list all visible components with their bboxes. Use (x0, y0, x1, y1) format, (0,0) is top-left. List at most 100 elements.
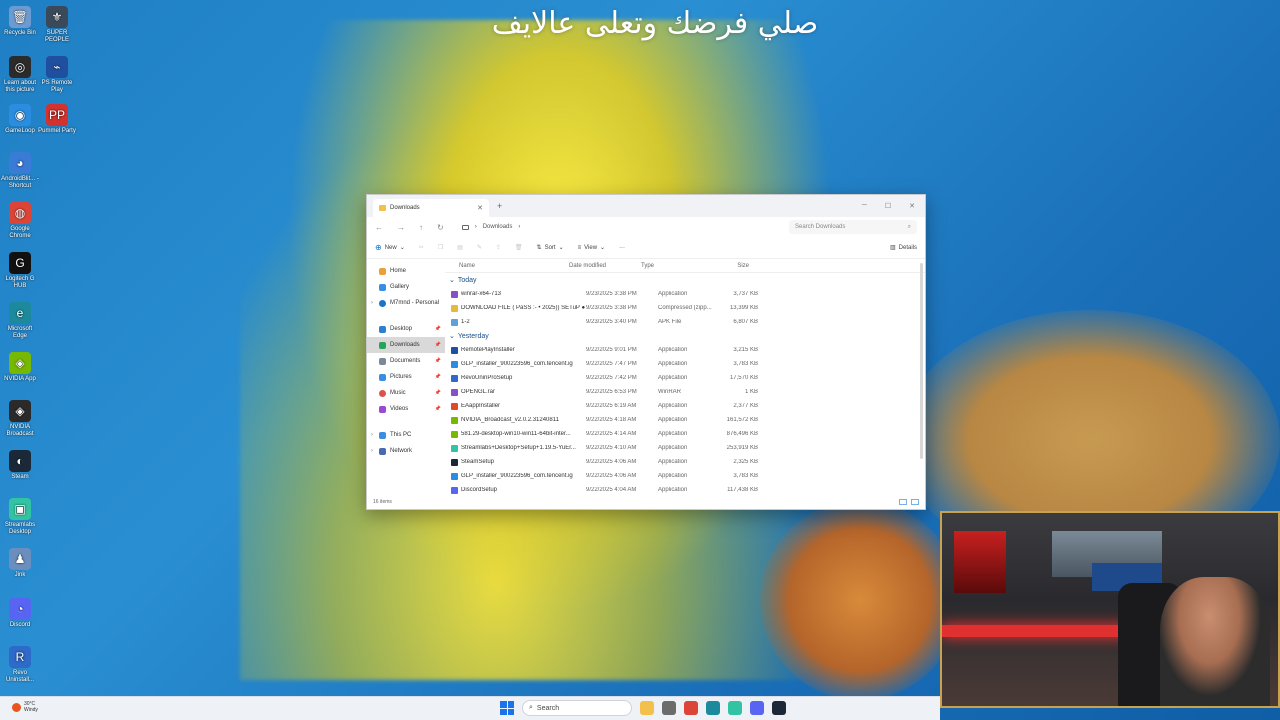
desktop-icon[interactable]: G Logitech G HUB (0, 252, 40, 290)
pin-icon[interactable]: 📌 (435, 390, 441, 396)
nav-onedrive-personal[interactable]: › M7mnd - Personal (367, 295, 445, 311)
vertical-scrollbar[interactable] (920, 263, 923, 459)
pin-icon[interactable]: 📌 (435, 374, 441, 380)
column-type[interactable]: Type (641, 263, 701, 269)
column-size[interactable]: Size (701, 263, 753, 269)
file-row[interactable]: SteamSetup 9/22/2025 4:06 AM Application 2,… (445, 455, 925, 469)
discord-icon: ◔ (9, 598, 31, 620)
file-row[interactable]: EAappInstaller 9/22/2025 6:19 AM Applicati… (445, 399, 925, 413)
pin-icon[interactable]: 📌 (435, 326, 441, 332)
maximize-icon[interactable]: ☐ (885, 202, 891, 210)
file-row[interactable]: Streamlabs+Desktop+Setup+1.19.5-YuEr... 9… (445, 441, 925, 455)
nav-home[interactable]: Home (367, 263, 445, 279)
breadcrumb-downloads[interactable]: Downloads (483, 224, 513, 230)
nav-desktop[interactable]: Desktop 📌 (367, 321, 445, 337)
desktop-icon[interactable]: 🗑 Recycle Bin (0, 6, 40, 37)
desktop-icon[interactable]: ⌁ PS Remote Play (37, 56, 77, 94)
rename-icon[interactable]: ✎ (477, 244, 482, 251)
steam-taskbar-icon[interactable] (772, 701, 786, 715)
desktop-icon[interactable]: R Revo Uninstall... (0, 646, 40, 684)
group-header-yesterday[interactable]: ⌄ Yesterday (445, 329, 925, 343)
file-row[interactable]: NVIDIA_Broadcast_v2.0.2.31240811 9/22/202… (445, 413, 925, 427)
desktop-icon[interactable]: ◉ GameLoop (0, 104, 40, 135)
nav-videos[interactable]: Videos 📌 (367, 401, 445, 417)
nav-label: Music (390, 390, 406, 396)
streamlabs-taskbar-icon[interactable] (728, 701, 742, 715)
breadcrumb[interactable]: › Downloads › (458, 220, 748, 234)
details-button[interactable]: ▥ Details (890, 244, 917, 252)
file-row[interactable]: RemotePlayInstaller 9/22/2025 9:01 PM Appl… (445, 343, 925, 357)
nav-music[interactable]: Music 📌 (367, 385, 445, 401)
back-arrow-icon[interactable]: ← (375, 223, 383, 232)
desktop-icon-label: SUPER PEOPLE (44, 30, 69, 43)
file-row[interactable]: GLP_installer_900223596_com.tencent.ig 9/… (445, 469, 925, 483)
desktop-icon[interactable]: ♟ Jink (0, 548, 40, 579)
desktop-icon[interactable]: ◐ Steam (0, 450, 40, 481)
title-bar[interactable]: Downloads ✕ + ─ ☐ ✕ (367, 195, 925, 217)
file-row[interactable]: 1-2 9/23/2025 3:40 PM APK File 6,807 KB (445, 315, 925, 329)
group-header-today[interactable]: ⌄ Today (445, 273, 925, 287)
cut-icon[interactable]: ✂ (419, 244, 424, 251)
app2-taskbar-icon[interactable] (662, 701, 676, 715)
desktop-icon[interactable]: ◍ Google Chrome (0, 202, 40, 240)
file-row[interactable]: 581.29-desktop-win10-win11-64bit-inter..… (445, 427, 925, 441)
desktop-icon[interactable]: ◈ NVIDIA App (0, 352, 40, 383)
search-input[interactable]: Search Downloads ⌕ (789, 220, 917, 234)
start-button[interactable] (500, 701, 514, 715)
close-window-icon[interactable]: ✕ (909, 202, 915, 210)
desktop-icon[interactable]: ◕ AndroidBlit... - Shortcut (0, 152, 40, 190)
more-options-button[interactable]: ··· (619, 245, 625, 251)
edge-taskbar-icon[interactable] (706, 701, 720, 715)
up-arrow-icon[interactable]: ↑ (419, 223, 423, 232)
refresh-icon[interactable]: ↻ (437, 223, 444, 232)
close-tab-icon[interactable]: ✕ (477, 204, 483, 212)
forward-arrow-icon[interactable]: → (397, 223, 405, 232)
desktop-icon[interactable]: ⚜ SUPER PEOPLE (37, 6, 77, 44)
file-row[interactable]: RevoUninProSetup 9/22/2025 7:42 PM Applica… (445, 371, 925, 385)
file-row[interactable]: winrar-x64-713 9/23/2025 3:38 PM Applicati… (445, 287, 925, 301)
minimize-icon[interactable]: ─ (862, 202, 867, 210)
column-name[interactable]: Name (445, 263, 569, 269)
column-date-modified[interactable]: Date modified (569, 263, 641, 269)
desktop-icon[interactable]: ◈ NVIDIA Broadcast (0, 400, 40, 438)
nav-downloads[interactable]: Downloads 📌 (367, 337, 445, 353)
taskbar-search[interactable]: ⌕ Search (522, 700, 632, 716)
desktop-icon[interactable]: ◔ Discord (0, 598, 40, 629)
chrome-taskbar-icon[interactable] (684, 701, 698, 715)
chevron-right-icon: › (371, 432, 373, 438)
view-button[interactable]: ≡ View ⌄ (578, 244, 605, 252)
explorer-taskbar-icon[interactable] (640, 701, 654, 715)
new-tab-button[interactable]: + (497, 201, 502, 211)
file-explorer-window[interactable]: Downloads ✕ + ─ ☐ ✕ ← → ↑ ↻ › Downloads … (366, 194, 926, 510)
file-row[interactable]: GLP_installer_900223596_com.tencent.ig 9/… (445, 357, 925, 371)
file-row[interactable]: OPENGL.rar 9/22/2025 6:53 PM WinRAR 1 KB (445, 385, 925, 399)
desktop-icon[interactable]: ▣ Streamlabs Desktop (0, 498, 40, 536)
nav-network[interactable]: › Network (367, 443, 445, 459)
home-icon (379, 267, 386, 275)
copy-icon[interactable]: ❐ (438, 244, 443, 251)
nav-this-pc[interactable]: › This PC (367, 427, 445, 443)
nvidia-app-icon: ◈ (9, 352, 31, 374)
desktop-icon[interactable]: e Microsoft Edge (0, 302, 40, 340)
desktop-icon[interactable]: ◎ Learn about this picture (0, 56, 40, 94)
file-type: Application (658, 291, 688, 297)
nav-gallery[interactable]: Gallery (367, 279, 445, 295)
pin-icon[interactable]: 📌 (435, 358, 441, 364)
new-button[interactable]: ⊕ New ⌄ (375, 243, 405, 252)
sort-button[interactable]: ⇅ Sort ⌄ (537, 244, 564, 252)
paste-icon[interactable]: ▤ (457, 244, 463, 251)
tiles-view-icon[interactable] (911, 499, 919, 505)
nav-pictures[interactable]: Pictures 📌 (367, 369, 445, 385)
file-row[interactable]: DOWNLOAD FILE ( PaSS :- • 2025)) SETuP ●… (445, 301, 925, 315)
pin-icon[interactable]: 📌 (435, 342, 441, 348)
share-icon[interactable]: ⇪ (496, 244, 501, 251)
nav-documents[interactable]: Documents 📌 (367, 353, 445, 369)
details-view-icon[interactable] (899, 499, 907, 505)
delete-icon[interactable]: 🗑 (515, 244, 523, 251)
desktop-icon[interactable]: PP Pummel Party (37, 104, 77, 135)
tab-downloads[interactable]: Downloads ✕ (373, 199, 489, 217)
discord-taskbar-icon[interactable] (750, 701, 764, 715)
pin-icon[interactable]: 📌 (435, 406, 441, 412)
weather-widget[interactable]: 30°C Windy (12, 701, 38, 713)
status-bar: 16 items (367, 495, 925, 509)
